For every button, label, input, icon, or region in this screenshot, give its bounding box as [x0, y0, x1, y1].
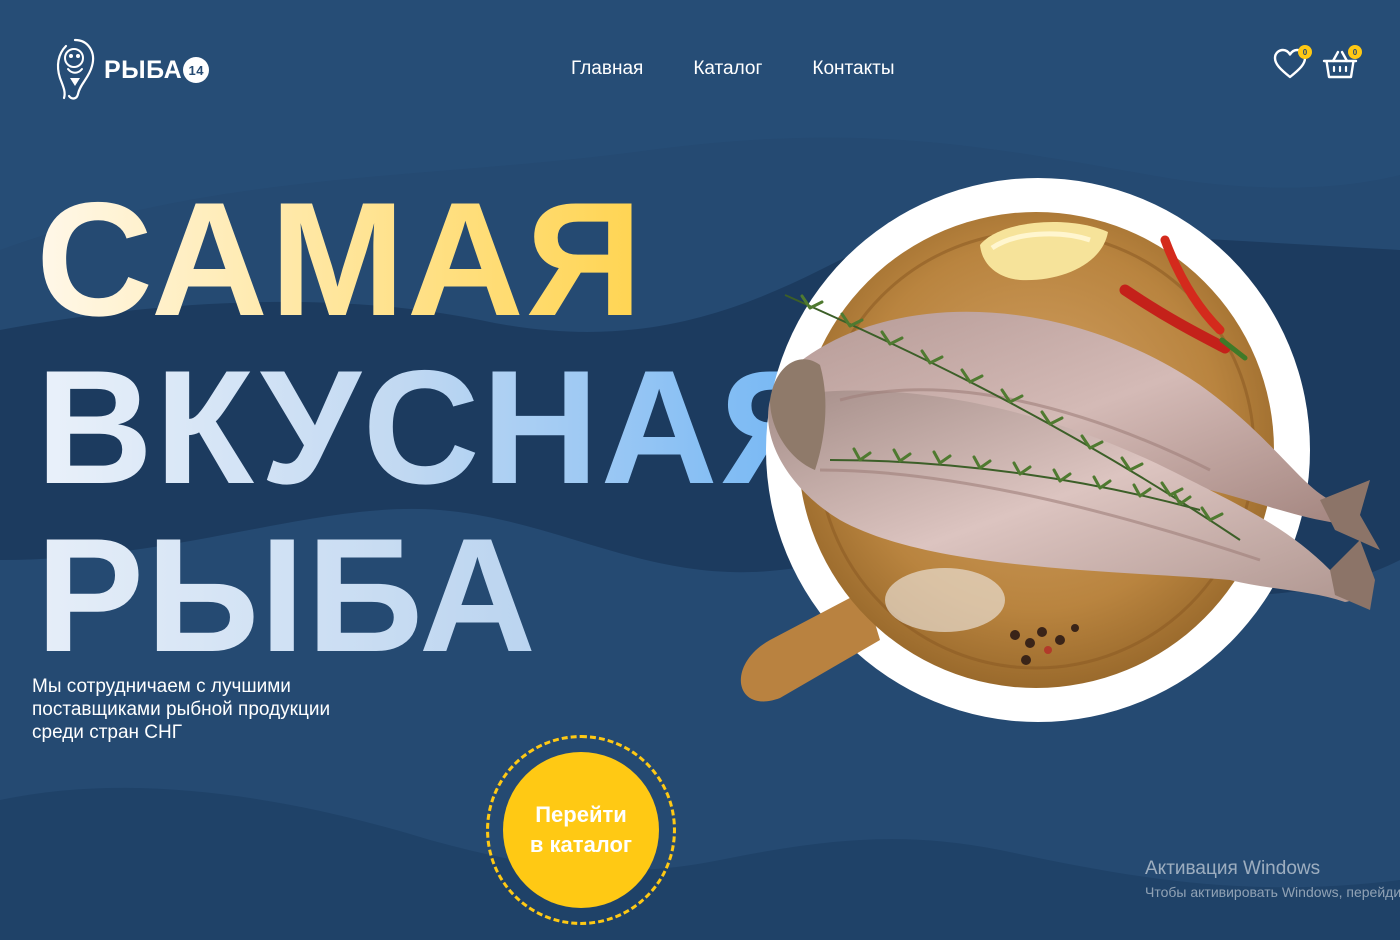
site-header: РЫБА 14 Главная Каталог Контакты 0 0	[0, 0, 1400, 130]
nav-link-contacts[interactable]: Контакты	[812, 58, 894, 80]
cta-label-line-2: в каталог	[529, 832, 633, 857]
watermark-subtitle: Чтобы активировать Windows, перейдите в …	[1145, 884, 1400, 900]
fish-on-board-illustration	[740, 178, 1380, 722]
logo[interactable]: РЫБА 14	[52, 36, 210, 102]
cta-label-line-1: Перейти	[535, 802, 627, 827]
fish-logo-icon	[56, 38, 95, 100]
watermark-title: Активация Windows	[1145, 858, 1321, 879]
main-nav: Главная Каталог Контакты	[571, 58, 894, 80]
hero-title-line-3: РЫБА	[36, 512, 838, 680]
go-to-catalog-button[interactable]: Перейти в каталог	[503, 752, 659, 908]
hero-title-line-2: ВКУСНАЯ	[36, 337, 839, 518]
cart-count: 0	[1348, 45, 1362, 59]
hero-title-line-1: САМАЯ	[36, 176, 838, 344]
favorites-button[interactable]: 0	[1272, 45, 1312, 82]
favorites-count: 0	[1298, 45, 1312, 59]
logo-badge: 14	[183, 57, 210, 83]
nav-link-home[interactable]: Главная	[571, 58, 643, 80]
logo-text: РЫБА	[104, 55, 183, 84]
hero-description: Мы сотрудничаем с лучшими поставщиками р…	[32, 676, 331, 743]
nav-link-catalog[interactable]: Каталог	[693, 58, 762, 80]
hero-title: САМАЯ ВКУСНАЯ РЫБА	[36, 176, 838, 680]
header-actions: 0 0	[1272, 45, 1362, 82]
windows-activation-watermark: Активация Windows Чтобы активировать Win…	[1145, 858, 1400, 900]
cart-button[interactable]: 0	[1322, 45, 1362, 82]
